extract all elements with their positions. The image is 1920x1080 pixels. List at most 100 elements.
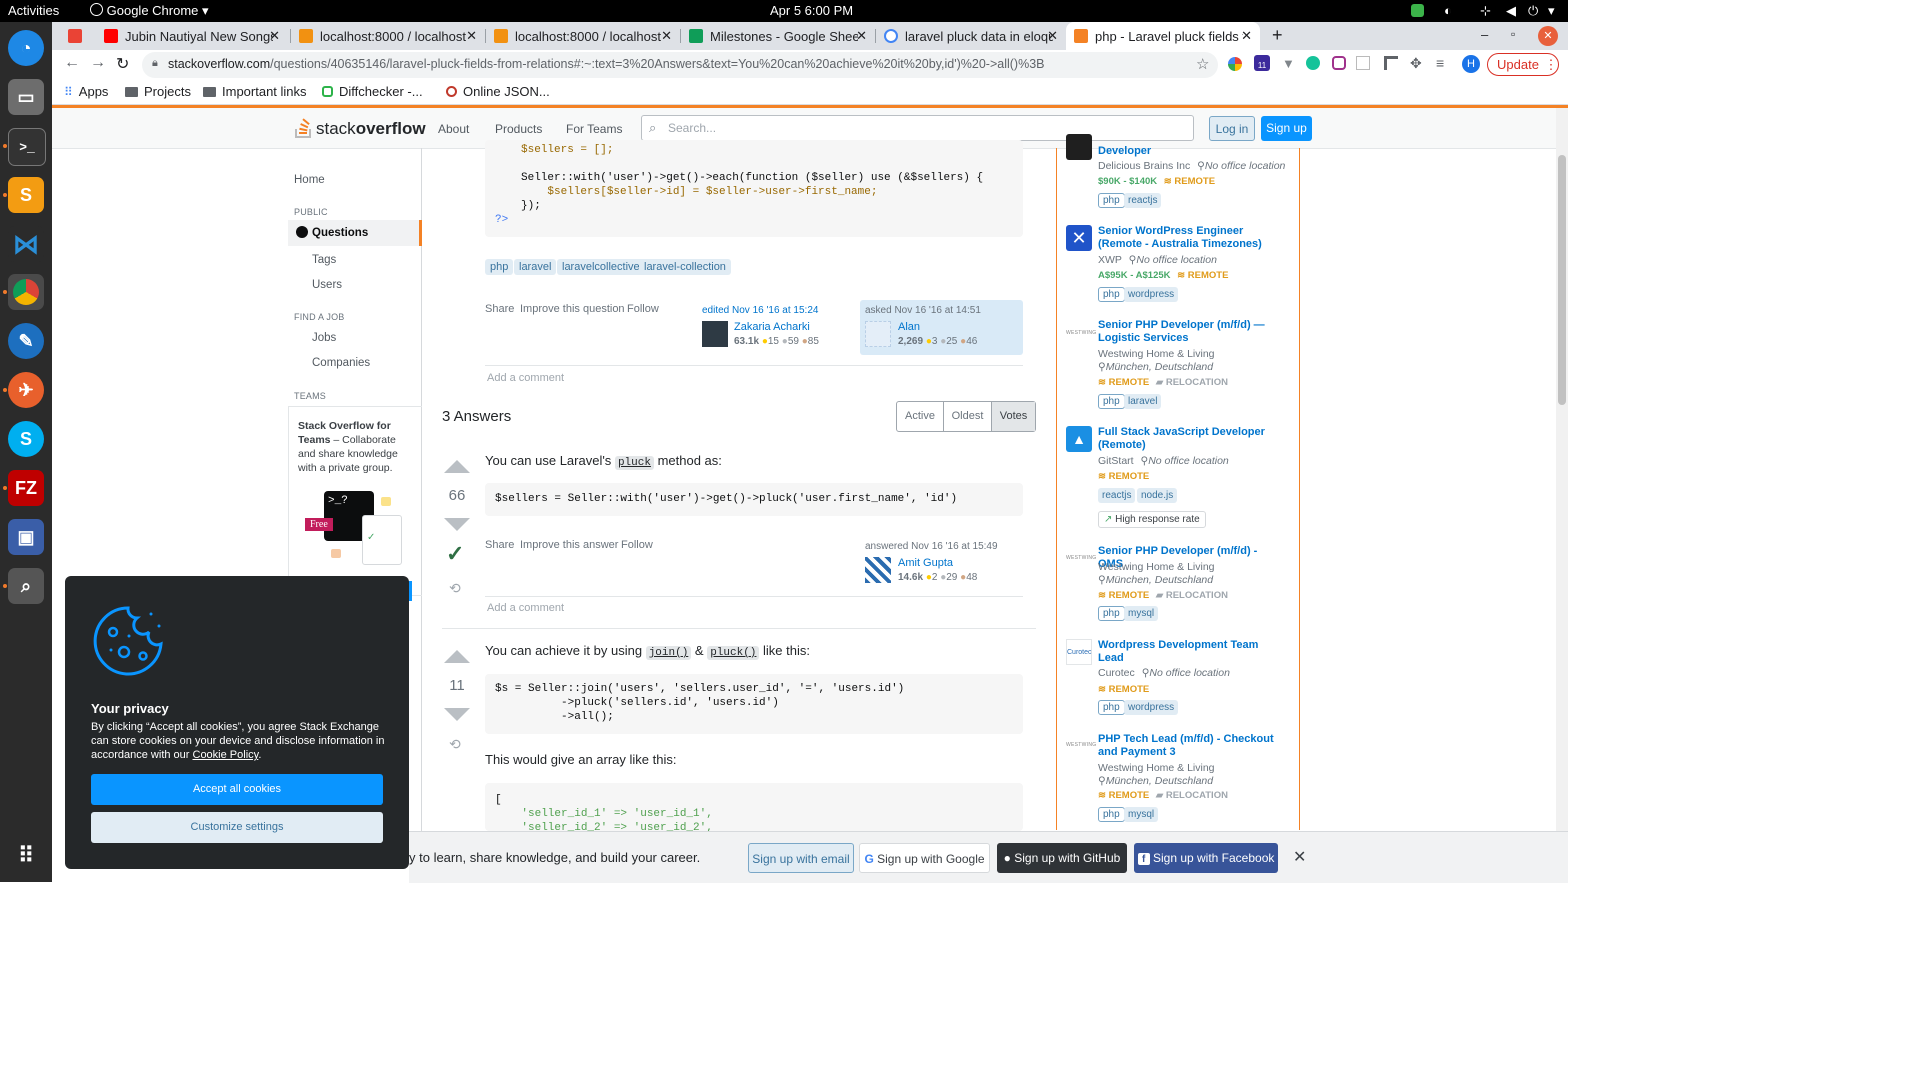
- edited-timestamp[interactable]: edited Nov 16 '16 at 15:24: [702, 305, 818, 316]
- customize-cookies-button[interactable]: Customize settings: [91, 812, 383, 843]
- activities-button[interactable]: Activities: [8, 3, 59, 18]
- close-tab-icon[interactable]: ✕: [269, 28, 280, 44]
- terminal-icon[interactable]: >_: [8, 128, 46, 166]
- nav-about[interactable]: About: [438, 122, 469, 136]
- grammarly-icon[interactable]: [1306, 56, 1320, 70]
- back-button[interactable]: ←: [64, 54, 80, 72]
- extension-layout-icon[interactable]: [1384, 56, 1398, 70]
- close-tab-icon[interactable]: ✕: [1047, 28, 1058, 44]
- asker-name[interactable]: Alan: [898, 321, 920, 333]
- answerer-name[interactable]: Amit Gupta: [898, 557, 953, 569]
- leftnav-tags[interactable]: Tags: [312, 254, 336, 266]
- extension-color-icon[interactable]: [1228, 57, 1242, 71]
- job-tag[interactable]: php: [1098, 394, 1125, 409]
- answer2-downvote-icon[interactable]: [444, 708, 470, 721]
- skype-icon[interactable]: S: [8, 421, 44, 457]
- remmina-icon[interactable]: ✎: [8, 323, 44, 359]
- close-tab-icon[interactable]: ✕: [856, 28, 867, 44]
- network-icon[interactable]: ⊹: [1480, 3, 1491, 19]
- sort-active[interactable]: Active: [897, 402, 944, 431]
- job-tag[interactable]: php: [1098, 807, 1125, 822]
- bookmark-star-icon[interactable]: ☆: [1196, 55, 1209, 73]
- search-tool-icon[interactable]: ⌕: [8, 568, 44, 604]
- signup-github-button[interactable]: ● Sign up with GitHub: [997, 843, 1127, 873]
- bookmark-online-json[interactable]: Online JSON...: [446, 84, 550, 99]
- answer1-share-link[interactable]: Share: [485, 539, 514, 551]
- chrome-dock-icon[interactable]: [8, 274, 44, 310]
- job-title-6[interactable]: PHP Tech Lead (m/f/d) - Checkout and Pay…: [1098, 733, 1283, 759]
- job-title-3[interactable]: Full Stack JavaScript Developer (Remote): [1098, 426, 1283, 452]
- leftnav-home[interactable]: Home: [294, 174, 325, 186]
- job-tag[interactable]: wordpress: [1124, 287, 1179, 302]
- answer1-follow-link[interactable]: Follow: [621, 539, 653, 551]
- tag-laravel-collection[interactable]: laravel-collection: [639, 259, 731, 275]
- page-scrollbar[interactable]: [1556, 108, 1568, 831]
- so-logo[interactable]: stack overflow: [294, 115, 426, 139]
- sublime-text-icon[interactable]: S: [8, 177, 44, 213]
- accept-cookies-button[interactable]: Accept all cookies: [91, 774, 383, 805]
- answerer-avatar[interactable]: [865, 557, 891, 583]
- answer2-upvote-icon[interactable]: [444, 650, 470, 663]
- new-tab-button[interactable]: +: [1272, 25, 1283, 46]
- tab-stackoverflow-active[interactable]: php - Laravel pluck fields from ✕: [1066, 22, 1260, 50]
- vscode-icon[interactable]: ⋈: [8, 226, 44, 262]
- extension-counter-icon[interactable]: 11: [1254, 55, 1270, 71]
- tag-laravel[interactable]: laravel: [514, 259, 557, 275]
- job-tag[interactable]: mysql: [1124, 807, 1159, 822]
- bookmark-apps[interactable]: ⠿ Apps: [64, 84, 108, 99]
- job-tag[interactable]: mysql: [1124, 606, 1159, 621]
- scrollbar-thumb[interactable]: [1558, 155, 1566, 405]
- answer1-add-comment[interactable]: Add a comment: [487, 602, 564, 614]
- reading-list-icon[interactable]: ≡: [1436, 55, 1444, 71]
- answer1-upvote-icon[interactable]: [444, 460, 470, 473]
- job-tag[interactable]: php: [1098, 700, 1125, 715]
- filezilla-icon[interactable]: FZ: [8, 470, 44, 506]
- bookmark-important-links[interactable]: Important links: [203, 84, 307, 99]
- leftnav-users[interactable]: Users: [312, 279, 342, 291]
- postman-icon[interactable]: ✈: [8, 372, 44, 408]
- job-tag[interactable]: reactjs: [1124, 193, 1162, 208]
- profile-avatar[interactable]: H: [1462, 55, 1480, 73]
- tag-php[interactable]: php: [485, 259, 514, 275]
- forward-button[interactable]: →: [90, 54, 106, 72]
- clock[interactable]: Apr 5 6:00 PM: [770, 3, 853, 18]
- answer2-history-icon[interactable]: ⟲: [449, 736, 461, 753]
- job-title-5[interactable]: Wordpress Development Team Lead: [1098, 639, 1283, 665]
- sort-votes[interactable]: Votes: [992, 402, 1035, 431]
- tab-google-search[interactable]: laravel pluck data in eloquent ✕: [876, 22, 1066, 50]
- signup-email-button[interactable]: Sign up with email: [748, 843, 854, 873]
- signup-google-button[interactable]: G Sign up with Google: [859, 843, 990, 873]
- leftnav-questions[interactable]: Questions: [288, 220, 422, 246]
- maximize-window-button[interactable]: ▫: [1511, 27, 1515, 41]
- extension-screenshot-icon[interactable]: [1356, 56, 1370, 70]
- extension-filter-icon[interactable]: ▼: [1282, 56, 1295, 71]
- tab-youtube[interactable]: Jubin Nautiyal New Songs ✕: [96, 22, 288, 50]
- answer1-downvote-icon[interactable]: [444, 518, 470, 531]
- close-tab-icon[interactable]: ✕: [1241, 28, 1252, 44]
- tab-google-sheets[interactable]: Milestones - Google Sheets ✕: [681, 22, 875, 50]
- sort-oldest[interactable]: Oldest: [944, 402, 992, 431]
- extensions-puzzle-icon[interactable]: ✥: [1410, 55, 1422, 72]
- job-title-2[interactable]: Senior PHP Developer (m/f/d) — Logistic …: [1098, 319, 1283, 345]
- close-tab-icon[interactable]: ✕: [466, 28, 477, 44]
- asker-avatar[interactable]: [865, 321, 891, 347]
- editor-name[interactable]: Zakaria Acharki: [734, 321, 810, 333]
- job-tag[interactable]: laravel: [1124, 394, 1162, 409]
- job-tag[interactable]: reactjs: [1098, 488, 1136, 503]
- tag-laravelcollective[interactable]: laravelcollective: [557, 259, 645, 275]
- bookmark-projects[interactable]: Projects: [125, 84, 191, 99]
- app-menu[interactable]: Google Chrome ▾: [90, 3, 209, 19]
- reload-button[interactable]: ↻: [116, 54, 129, 74]
- question-follow-link[interactable]: Follow: [627, 303, 659, 315]
- power-status-icon[interactable]: ◐: [1444, 3, 1452, 18]
- volume-icon[interactable]: ◀: [1506, 3, 1516, 19]
- software-updater-icon[interactable]: ◔: [8, 30, 44, 66]
- question-add-comment[interactable]: Add a comment: [487, 372, 564, 384]
- leftnav-jobs[interactable]: Jobs: [312, 332, 336, 344]
- question-share-link[interactable]: Share: [485, 303, 514, 315]
- so-search-input[interactable]: ⌕ Search...: [641, 115, 1194, 141]
- job-tag[interactable]: node.js: [1137, 488, 1178, 503]
- job-tag[interactable]: php: [1098, 287, 1125, 302]
- tab-localhost-2[interactable]: localhost:8000 / localhost ✕: [486, 22, 680, 50]
- editor-avatar[interactable]: [702, 321, 728, 347]
